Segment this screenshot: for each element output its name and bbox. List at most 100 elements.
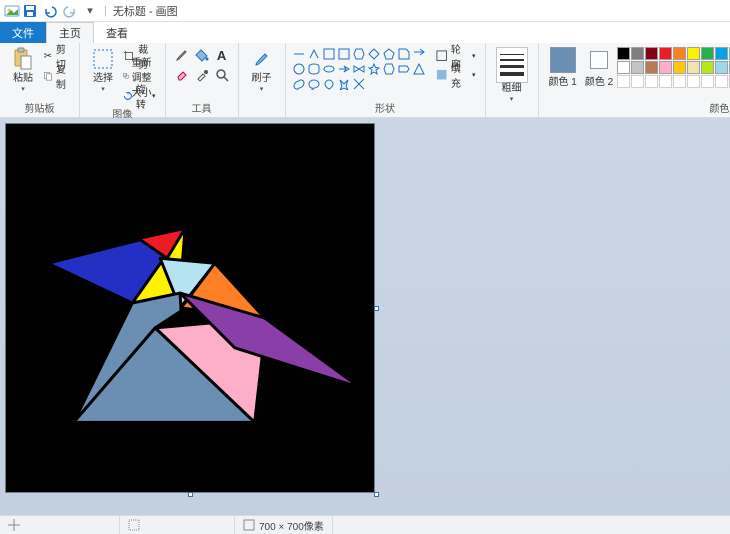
paste-dropdown-icon: ▾ [21, 85, 25, 93]
group-colors-label: 颜色 [545, 99, 730, 117]
shape-option[interactable] [382, 47, 396, 61]
text-tool[interactable]: A [212, 45, 232, 65]
shape-option[interactable] [367, 62, 381, 76]
fill-tool[interactable] [192, 45, 212, 65]
ribbon-tabs: 文件 主页 查看 [0, 22, 730, 43]
fill-label: 填充 [451, 60, 470, 90]
qat-redo-button[interactable] [61, 2, 79, 20]
eraser-tool[interactable] [172, 65, 192, 85]
tab-view[interactable]: 查看 [94, 22, 140, 43]
color-swatch[interactable] [617, 61, 630, 74]
app-icon [4, 3, 20, 19]
shape-option[interactable] [307, 62, 321, 76]
magnifier-tool[interactable] [212, 65, 232, 85]
window-title: 无标题 - 画图 [113, 3, 178, 19]
color2-button[interactable]: 颜色 2 [581, 45, 617, 91]
color-swatch[interactable] [701, 61, 714, 74]
select-icon [91, 47, 115, 71]
shape-option[interactable] [307, 77, 321, 91]
pencil-tool[interactable] [172, 45, 192, 65]
color-swatch[interactable] [687, 61, 700, 74]
color1-button[interactable]: 颜色 1 [545, 45, 581, 91]
thickness-button[interactable]: 粗细 ▾ [492, 45, 532, 105]
color-swatch[interactable] [631, 61, 644, 74]
color-swatch[interactable] [645, 61, 658, 74]
shape-option[interactable] [352, 47, 366, 61]
color-swatch[interactable] [645, 47, 658, 60]
color-swatch[interactable] [701, 75, 714, 88]
brush-button[interactable]: 刷子 ▾ [245, 45, 279, 95]
resize-handle-e[interactable] [374, 306, 379, 311]
shape-option[interactable] [397, 62, 411, 76]
color-swatch[interactable] [631, 75, 644, 88]
select-dropdown-icon: ▾ [101, 85, 105, 93]
qat-customize-button[interactable]: ▾ [81, 2, 99, 20]
shape-option[interactable] [292, 77, 306, 91]
shape-option[interactable] [337, 77, 351, 91]
shape-fill-button[interactable]: 填充▾ [432, 66, 479, 84]
color-swatch[interactable] [715, 47, 728, 60]
shape-gallery[interactable] [292, 45, 426, 91]
canvas[interactable] [5, 123, 375, 493]
color1-label: 颜色 1 [549, 77, 577, 89]
shape-option[interactable] [292, 62, 306, 76]
color-swatch[interactable] [645, 75, 658, 88]
select-button[interactable]: 选择 ▾ [86, 45, 120, 95]
resize-handle-se[interactable] [374, 492, 379, 497]
group-clipboard-label: 剪贴板 [6, 99, 73, 117]
group-colors: 颜色 1 颜色 2 编辑颜色 使用画图 3D 进行编辑 i 产品提醒 颜色 [539, 43, 730, 117]
color-swatch[interactable] [631, 47, 644, 60]
shape-option[interactable] [322, 62, 336, 76]
shape-option[interactable] [382, 62, 396, 76]
shape-option[interactable] [337, 62, 351, 76]
shape-option[interactable] [322, 77, 336, 91]
shape-option[interactable] [412, 47, 426, 61]
color2-swatch [590, 51, 608, 69]
color-swatch[interactable] [617, 75, 630, 88]
shape-option[interactable] [367, 47, 381, 61]
tab-file[interactable]: 文件 [0, 22, 46, 43]
shape-option[interactable] [322, 47, 336, 61]
group-tools: A 工具 [166, 43, 239, 117]
color-swatch[interactable] [673, 61, 686, 74]
shape-option[interactable] [337, 47, 351, 61]
copy-icon [43, 69, 53, 83]
group-brushes-label [245, 103, 279, 117]
dimensions-text: 700 × 700像素 [259, 518, 324, 533]
color-swatch[interactable] [687, 75, 700, 88]
paste-button[interactable]: 粘贴 ▾ [6, 45, 40, 95]
canvas-drawing [6, 124, 374, 492]
picker-tool[interactable] [192, 65, 212, 85]
status-dimensions: 700 × 700像素 [235, 516, 333, 534]
color-swatch[interactable] [659, 61, 672, 74]
resize-handle-s[interactable] [188, 492, 193, 497]
group-thickness: 粗细 ▾ [486, 43, 539, 117]
paste-label: 粘贴 [13, 73, 33, 85]
rotate-button[interactable]: 旋转▾ [120, 87, 159, 105]
color1-swatch [550, 47, 576, 73]
shape-option[interactable] [412, 62, 426, 76]
qat-undo-button[interactable] [41, 2, 59, 20]
color-swatch[interactable] [659, 47, 672, 60]
color-swatch[interactable] [715, 61, 728, 74]
outline-icon [435, 49, 448, 63]
shape-option[interactable] [352, 77, 366, 91]
workspace[interactable] [0, 118, 730, 515]
shape-option[interactable] [352, 62, 366, 76]
color-swatch[interactable] [617, 47, 630, 60]
resize-icon [123, 69, 129, 83]
color-swatch[interactable] [701, 47, 714, 60]
color-swatch[interactable] [687, 47, 700, 60]
title-separator: | [104, 5, 107, 17]
shape-option[interactable] [307, 47, 321, 61]
color-swatch[interactable] [659, 75, 672, 88]
tab-home[interactable]: 主页 [46, 22, 94, 43]
color-swatch[interactable] [715, 75, 728, 88]
color-swatch[interactable] [673, 75, 686, 88]
group-image: 选择 ▾ 裁剪 重新调整大小 旋转▾ 图像 [80, 43, 166, 117]
shape-option[interactable] [397, 47, 411, 61]
copy-button[interactable]: 复制 [40, 67, 73, 85]
color-swatch[interactable] [673, 47, 686, 60]
shape-option[interactable] [292, 47, 306, 61]
qat-save-button[interactable] [21, 2, 39, 20]
